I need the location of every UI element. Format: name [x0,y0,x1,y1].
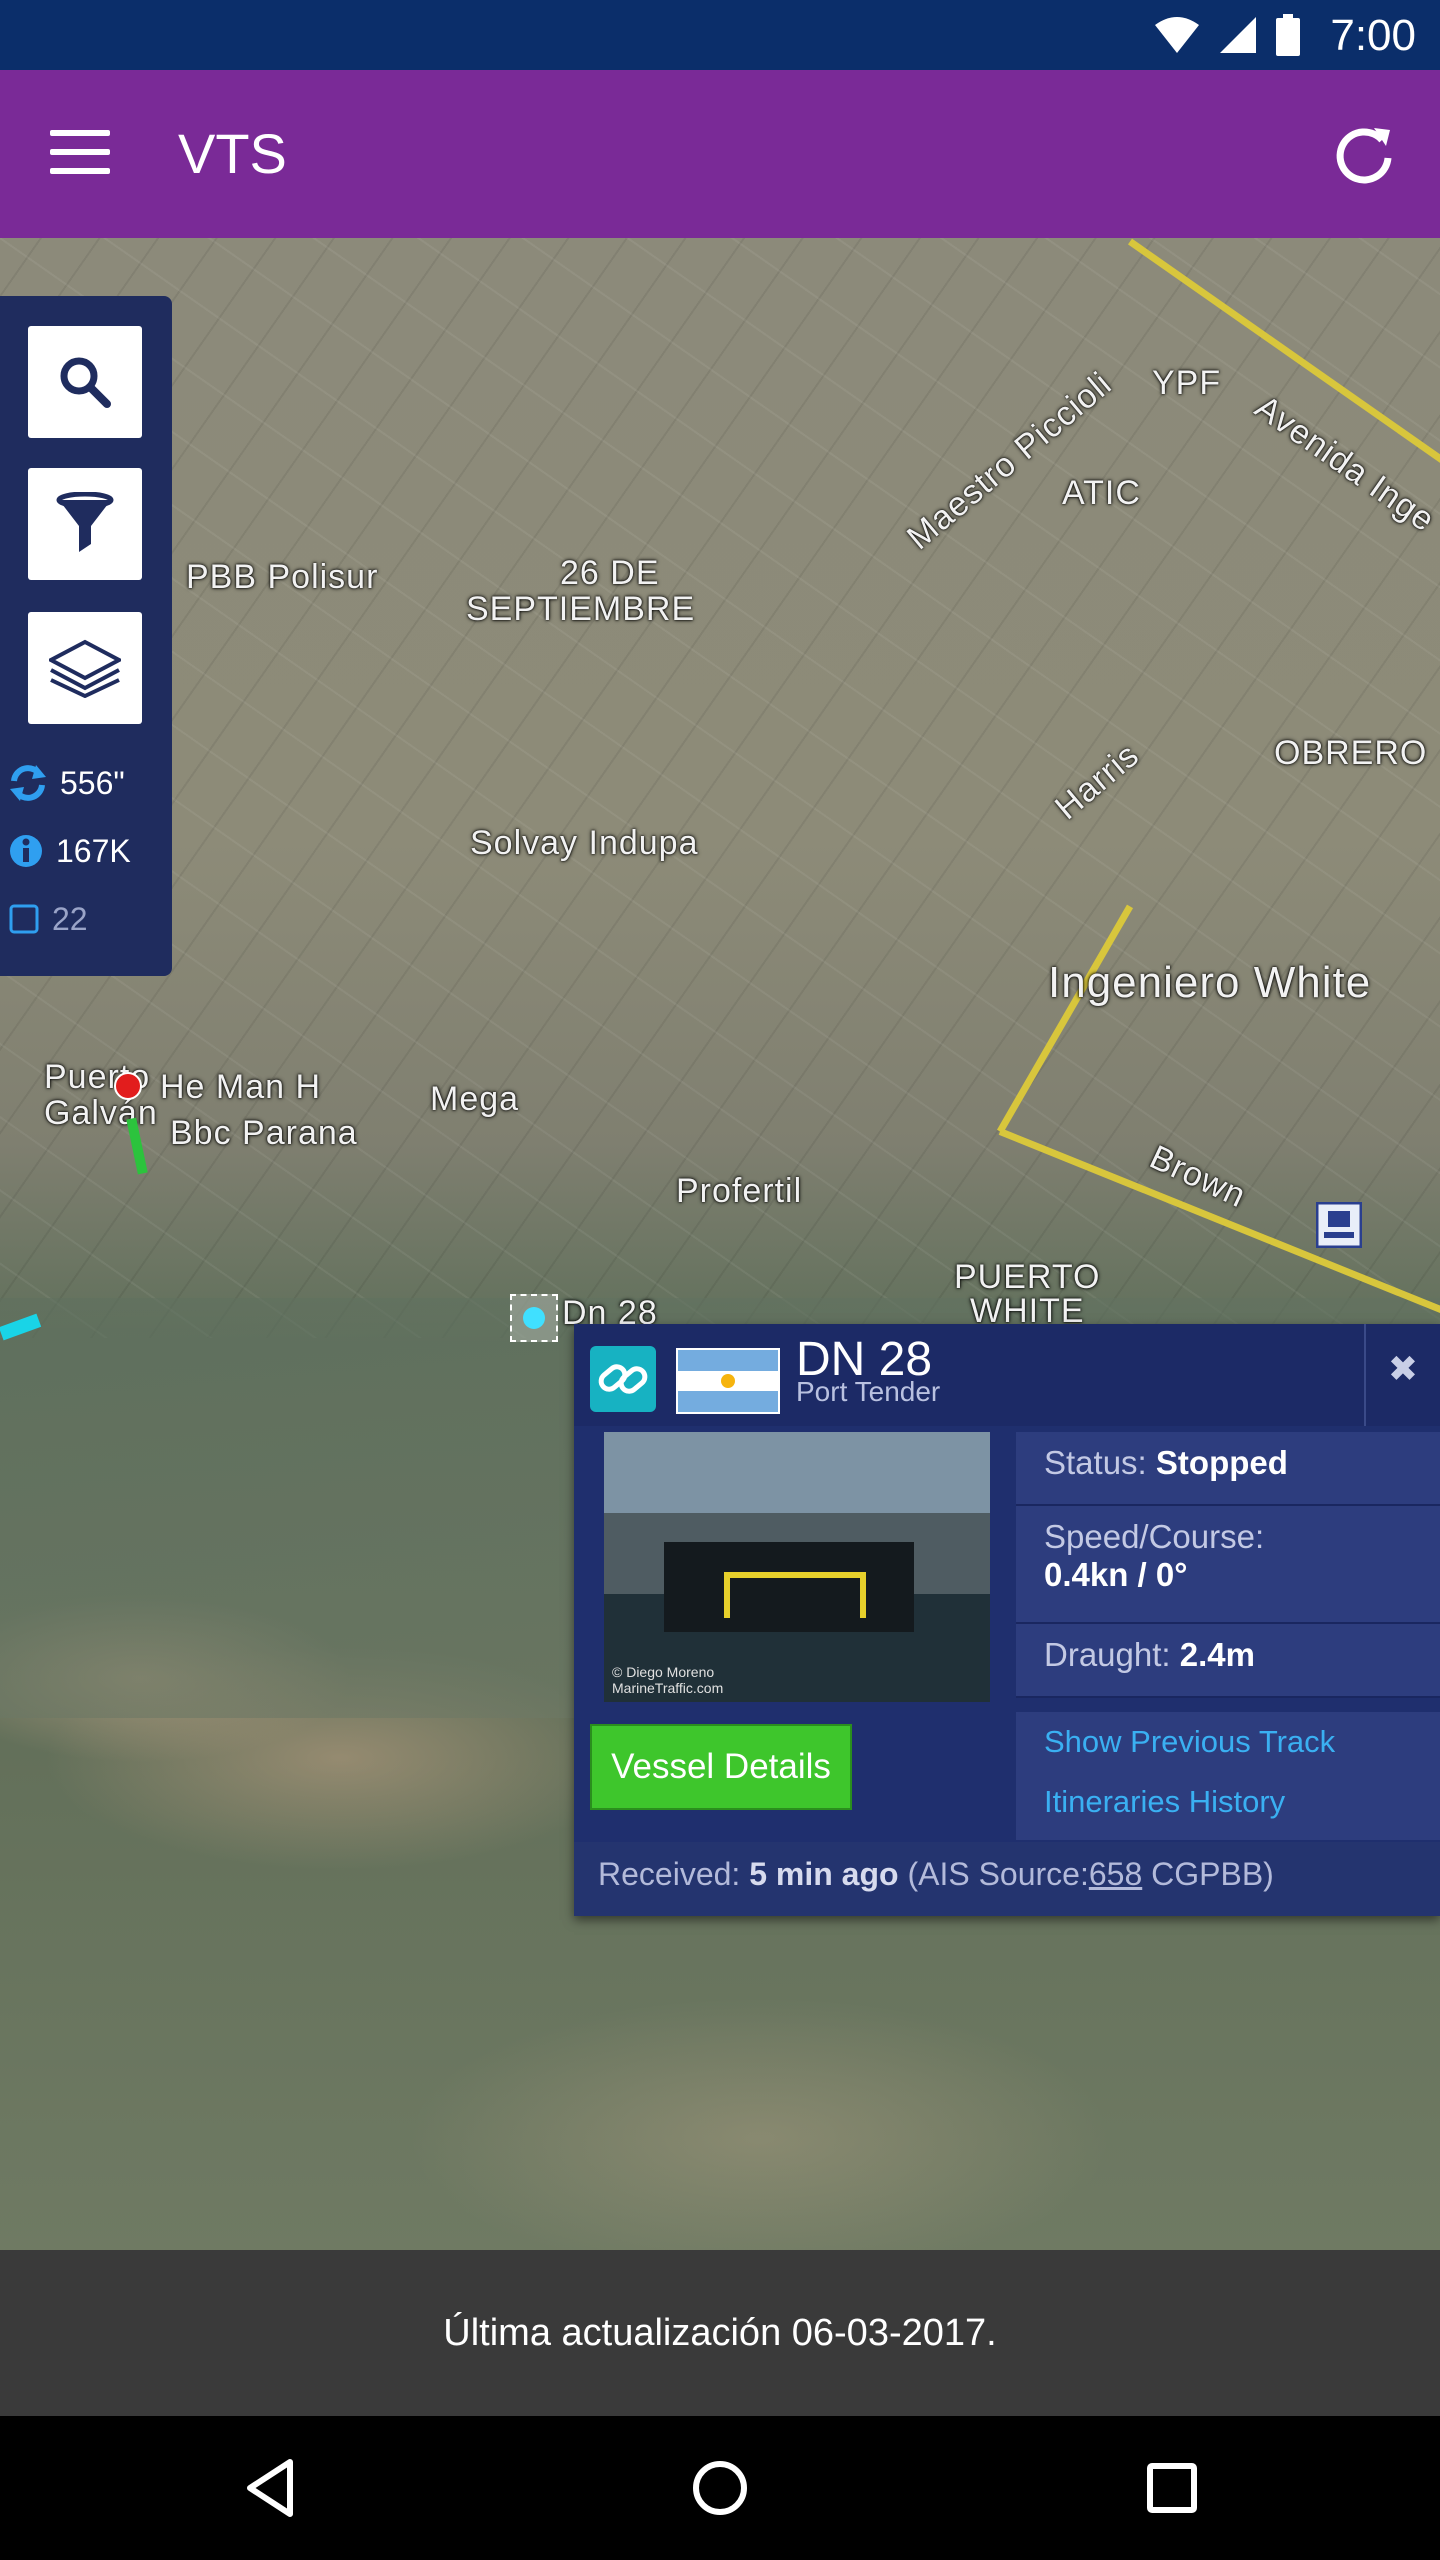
search-button[interactable] [28,326,142,438]
map-label: He Man H [160,1068,322,1106]
show-previous-track-link[interactable]: Show Previous Track [1016,1712,1440,1772]
vessel-links: Show Previous Track Itineraries History [1016,1712,1440,1840]
snackbar: Última actualización 06-03-2017. [0,2250,1440,2416]
layers-icon [49,639,121,698]
speed-row: Speed/Course: 0.4kn / 0° [1016,1506,1440,1624]
map-label: OBRERO [1274,734,1428,772]
vessel-popup-header: DN 28 Port Tender ✖ [574,1324,1440,1426]
layers-button[interactable] [28,612,142,724]
sync-icon [10,765,46,801]
itineraries-history-link[interactable]: Itineraries History [1016,1772,1440,1832]
map-label: Ingeniero White [1048,958,1372,1007]
refresh-icon[interactable] [1328,118,1400,190]
snackbar-text: Última actualización 06-03-2017. [443,2312,997,2354]
vessel-popup: DN 28 Port Tender ✖ © Diego Moreno Marin… [574,1324,1440,1916]
speed-label: Speed/Course: [1044,1518,1265,1555]
received-info: Received: 5 min ago (AIS Source:658 CGPB… [574,1842,1440,1916]
vessel-type: Port Tender [796,1376,941,1407]
map-label: Galván [44,1094,158,1132]
map-label: 26 DE [560,554,660,592]
signal-icon [1220,17,1256,53]
flag-argentina-icon [676,1348,780,1414]
battery-icon [1276,14,1300,56]
vessel-photo-crane [724,1572,866,1618]
vessel-marker[interactable] [114,1072,142,1100]
filter-button[interactable] [28,468,142,580]
status-label: Status: [1044,1444,1147,1481]
photo-credit-line: © Diego Moreno [612,1664,715,1680]
app-bar: VTS [0,70,1440,238]
refresh-counter-value: 556" [60,764,125,801]
map-label: Mega [430,1080,520,1118]
search-icon [60,357,111,408]
draught-label: Draught: [1044,1636,1171,1673]
map-label: Bbc Parana [170,1114,358,1152]
system-nav-bar [0,2416,1440,2560]
speed-value: 0.4kn / 0° [1044,1556,1188,1593]
map-label: Solvay Indupa [470,824,699,862]
selection-counter[interactable]: 22 [8,894,88,944]
photo-credit-line: MarineTraffic.com [612,1680,724,1696]
map-label: SEPTIEMBRE [466,590,696,628]
checkbox-icon [9,904,39,934]
menu-icon[interactable] [50,130,110,178]
map-label: YPF [1152,364,1222,402]
map-label: PBB Polisur [186,558,379,596]
filter-icon [56,492,114,552]
status-value: Stopped [1155,1444,1288,1481]
poi-icon[interactable] [1316,1202,1362,1248]
received-value: 5 min ago [749,1856,899,1892]
recents-icon[interactable] [1136,2452,1208,2524]
close-icon[interactable]: ✖ [1364,1324,1440,1426]
selected-vessel-marker[interactable] [510,1294,558,1342]
vessel-photo[interactable]: © Diego Moreno MarineTraffic.com [604,1432,990,1702]
draught-value: 2.4m [1179,1636,1255,1673]
draught-row: Draught: 2.4m [1016,1624,1440,1698]
photo-credit: © Diego Moreno MarineTraffic.com [612,1664,723,1696]
link-icon[interactable] [590,1346,656,1412]
back-icon[interactable] [234,2452,306,2524]
vessel-details-button[interactable]: Vessel Details [590,1724,852,1810]
received-label: Received: [598,1856,741,1892]
wifi-icon [1155,17,1199,53]
source-prefix: (AIS Source: [907,1856,1089,1892]
status-bar: 7:00 [0,0,1440,70]
info-icon [10,835,42,867]
home-icon[interactable] [684,2452,756,2524]
source-id-link[interactable]: 658 [1089,1856,1142,1892]
vessel-info: Status: Stopped Speed/Course: 0.4kn / 0°… [1016,1432,1440,1698]
info-counter: 167K [8,826,131,876]
status-time: 7:00 [1330,11,1416,60]
map-label: ATIC [1062,474,1141,512]
info-counter-value: 167K [56,832,131,869]
map-label: Profertil [676,1172,803,1210]
app-title: VTS [178,122,287,185]
status-icons [1154,14,1300,56]
status-row: Status: Stopped [1016,1432,1440,1506]
refresh-counter: 556" [8,758,125,808]
selection-counter-value: 22 [52,900,88,937]
source-suffix: CGPBB) [1151,1856,1274,1892]
map-view[interactable]: PBB Polisur 26 DE SEPTIEMBRE Solvay Indu… [0,238,1440,2250]
map-tool-panel: 556" 167K 22 [0,296,172,976]
